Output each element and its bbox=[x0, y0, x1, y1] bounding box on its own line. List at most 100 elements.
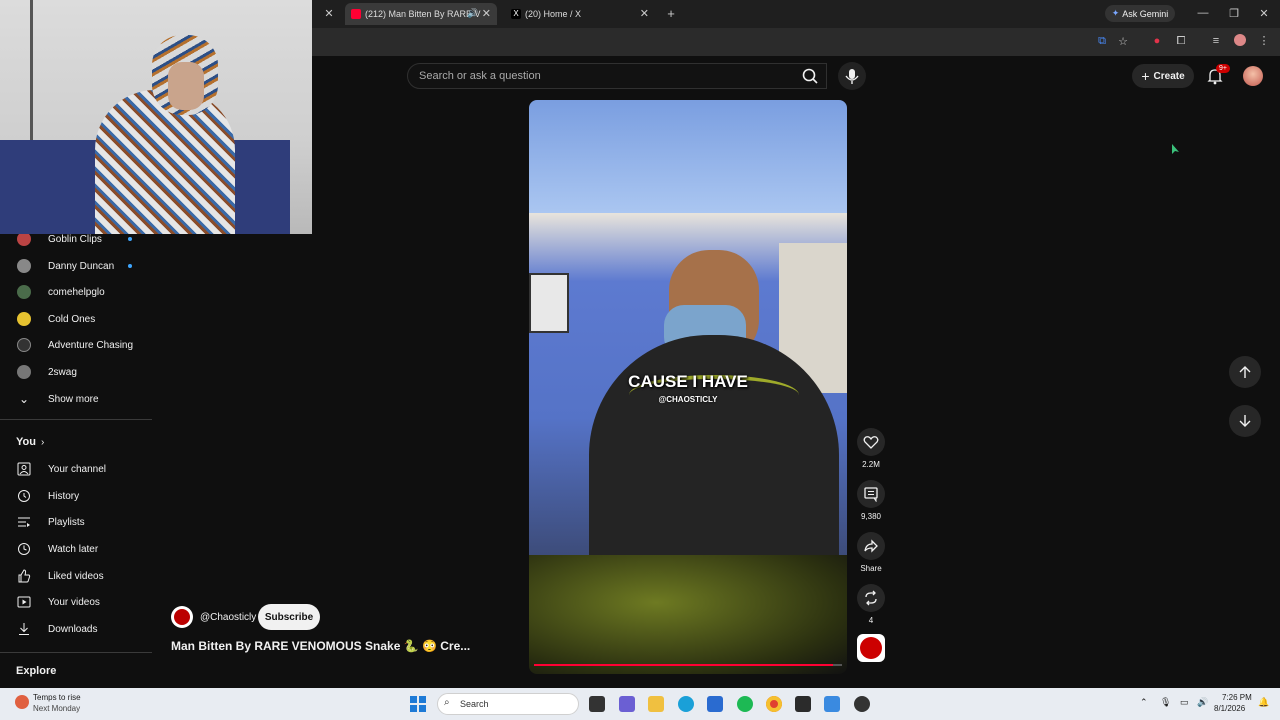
photos-icon[interactable] bbox=[824, 696, 840, 712]
channel-avatar[interactable] bbox=[171, 606, 193, 628]
comments-button[interactable]: 9,380 bbox=[856, 480, 886, 521]
streamer-hoodie bbox=[95, 90, 235, 234]
create-button[interactable]: + Create bbox=[1132, 64, 1194, 88]
video-frame-top bbox=[529, 100, 847, 213]
download-icon bbox=[19, 623, 29, 635]
playlists-icon bbox=[18, 517, 30, 527]
sidebar-item-watch-later[interactable]: Watch later bbox=[0, 536, 152, 562]
show-more-button[interactable]: ⌄ Show more bbox=[0, 386, 152, 412]
remix-button[interactable]: 4 bbox=[856, 584, 886, 625]
sidebar-item-your-channel[interactable]: Your channel bbox=[0, 456, 152, 482]
sidebar-item-playlists[interactable]: Playlists bbox=[0, 509, 152, 535]
app-icon[interactable] bbox=[795, 696, 811, 712]
windows-start-icon[interactable] bbox=[410, 696, 426, 712]
video-progress-bar[interactable] bbox=[534, 664, 842, 666]
volume-icon[interactable]: 🔊 bbox=[1197, 697, 1208, 708]
sidebar-item-label: Watch later bbox=[48, 543, 99, 555]
sidebar-divider bbox=[0, 419, 152, 420]
close-window-button[interactable]: ✕ bbox=[1257, 7, 1271, 20]
edge-icon[interactable] bbox=[678, 696, 694, 712]
sidebar-item-your-videos[interactable]: Your videos bbox=[0, 589, 152, 615]
task-view-icon[interactable] bbox=[589, 696, 605, 712]
weather-icon[interactable] bbox=[15, 695, 29, 709]
weather-line-1[interactable]: Temps to rise bbox=[33, 693, 81, 702]
taskbar-search-box[interactable]: ⌕ Search bbox=[437, 693, 579, 715]
lamp-pole bbox=[30, 0, 33, 140]
sidebar-item-cold-ones[interactable]: Cold Ones bbox=[0, 306, 152, 332]
profile-avatar-icon[interactable] bbox=[1233, 34, 1247, 49]
search-button[interactable] bbox=[797, 63, 825, 89]
search-icon bbox=[802, 68, 818, 84]
search-input[interactable]: Search or ask a question bbox=[407, 63, 827, 89]
channel-avatar bbox=[17, 365, 31, 379]
close-tab-icon[interactable]: ✕ bbox=[322, 7, 336, 20]
speaker-icon[interactable]: 🔊 bbox=[467, 8, 478, 19]
account-avatar[interactable] bbox=[1243, 66, 1263, 86]
notification-bell-icon[interactable]: 🔔 bbox=[1258, 697, 1269, 708]
close-tab-icon[interactable]: ✕ bbox=[482, 7, 491, 20]
taskbar-date[interactable]: 8/1/2026 bbox=[1214, 704, 1245, 713]
history-icon bbox=[18, 490, 30, 502]
channel-name[interactable]: @Chaosticly bbox=[200, 612, 256, 623]
channel-avatar bbox=[17, 259, 31, 273]
restore-button[interactable]: ❐ bbox=[1227, 7, 1241, 20]
gemini-sparkle-icon: ✦ bbox=[1111, 8, 1120, 18]
minimize-button[interactable]: — bbox=[1196, 7, 1210, 19]
sidebar-item-downloads[interactable]: Downloads bbox=[0, 616, 152, 642]
browser-menu-icon[interactable]: ⋮ bbox=[1257, 34, 1271, 47]
extension-red-icon[interactable]: ● bbox=[1150, 35, 1164, 47]
sidebar-item-label: Playlists bbox=[48, 516, 85, 528]
spotify-icon[interactable] bbox=[737, 696, 753, 712]
tab-label: (20) Home / X bbox=[525, 9, 582, 19]
media-control-icon[interactable]: ≡ bbox=[1209, 35, 1223, 47]
sidebar-item-comehelpglo[interactable]: comehelpglo bbox=[0, 279, 152, 305]
comment-icon bbox=[864, 487, 878, 502]
subscribe-button[interactable]: Subscribe bbox=[258, 604, 320, 630]
arrow-up-icon bbox=[1239, 366, 1251, 378]
app-icon[interactable] bbox=[854, 696, 870, 712]
voice-search-button[interactable] bbox=[838, 62, 866, 90]
search-icon: ⌕ bbox=[444, 697, 450, 708]
close-tab-icon[interactable]: ✕ bbox=[640, 7, 649, 20]
taskbar-time[interactable]: 7:26 PM bbox=[1222, 693, 1252, 702]
weather-line-2[interactable]: Next Monday bbox=[33, 704, 80, 713]
heart-icon bbox=[863, 436, 879, 449]
sidebar-item-history[interactable]: History bbox=[0, 483, 152, 509]
chevron-up-icon[interactable]: ⌃ bbox=[1140, 697, 1148, 708]
share-button[interactable]: Share bbox=[856, 532, 886, 573]
explore-section-header: Explore bbox=[0, 658, 152, 684]
sidebar-item-label: Cold Ones bbox=[48, 313, 96, 325]
tab-label: (212) Man Bitten By RARE V bbox=[365, 9, 481, 19]
person-icon bbox=[17, 462, 31, 476]
network-icon[interactable]: ▭ bbox=[1180, 697, 1189, 708]
sidebar-item-danny-duncan[interactable]: Danny Duncan bbox=[0, 253, 152, 279]
previous-video-button[interactable] bbox=[1229, 356, 1261, 388]
monitor-screen bbox=[529, 273, 569, 333]
remix-icon bbox=[865, 590, 877, 606]
next-video-button[interactable] bbox=[1229, 405, 1261, 437]
store-icon[interactable] bbox=[707, 696, 723, 712]
sidebar-item-label: Danny Duncan bbox=[48, 260, 115, 272]
you-section-header[interactable]: You › bbox=[0, 429, 152, 455]
teams-icon[interactable] bbox=[619, 696, 635, 712]
tab-youtube[interactable]: (212) Man Bitten By RARE V 🔊 ✕ bbox=[345, 3, 497, 25]
ask-gemini-button[interactable]: ✦ Ask Gemini bbox=[1105, 5, 1175, 22]
arrow-down-icon bbox=[1239, 415, 1251, 427]
play-icon bbox=[17, 596, 31, 608]
tab-x[interactable]: X (20) Home / X ✕ bbox=[505, 3, 655, 25]
sidebar-item-2swag[interactable]: 2swag bbox=[0, 359, 152, 385]
microphone-icon[interactable]: 🎙 bbox=[1160, 697, 1171, 708]
bookmark-star-icon[interactable]: ☆ bbox=[1116, 35, 1130, 48]
sound-thumbnail[interactable] bbox=[857, 634, 885, 662]
file-explorer-icon[interactable] bbox=[648, 696, 664, 712]
extensions-puzzle-icon[interactable]: ⧠ bbox=[1174, 35, 1188, 48]
like-button[interactable]: 2.2M bbox=[856, 428, 886, 469]
sidebar-item-label: Goblin Clips bbox=[48, 233, 102, 245]
windows-taskbar: Temps to rise Next Monday ⌕ Search ⌃ 🎙 ▭… bbox=[0, 688, 1280, 720]
translate-icon[interactable]: ⧉ bbox=[1095, 35, 1109, 48]
new-tab-button[interactable]: + bbox=[664, 6, 678, 21]
chrome-icon[interactable] bbox=[766, 696, 782, 712]
sidebar-item-adventure-chasing[interactable]: Adventure Chasing bbox=[0, 332, 152, 358]
sidebar-item-liked-videos[interactable]: Liked videos bbox=[0, 563, 152, 589]
shorts-video-player[interactable]: CAUSE I HAVE @CHAOSTICLY bbox=[529, 100, 847, 674]
